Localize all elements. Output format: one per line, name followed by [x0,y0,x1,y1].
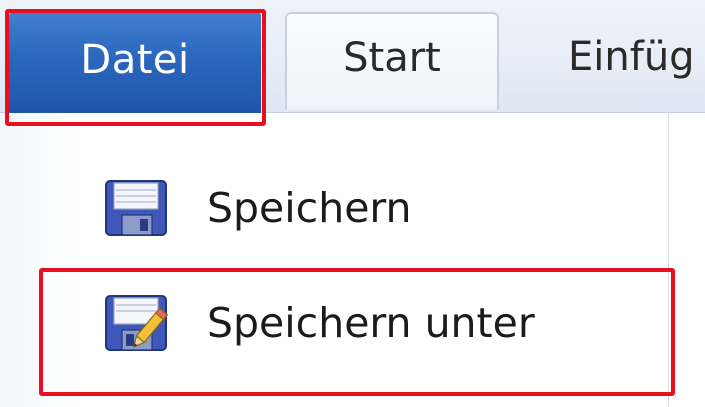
tab-file[interactable]: Datei [9,12,261,116]
floppy-disk-icon [105,180,167,236]
menu-item-save[interactable]: Speichern [0,153,668,263]
menu-item-save-as[interactable]: Speichern unter [0,268,668,378]
ribbon-tab-strip: Datei Start Einfüg [0,0,705,116]
tab-insert[interactable]: Einfüg [522,12,705,110]
file-menu: Speichern Speichern unter [0,113,669,407]
word-file-menu-screenshot: Datei Start Einfüg Speichern Speichern u… [0,0,705,407]
tab-start[interactable]: Start [285,12,499,110]
save-as-icon [105,295,168,351]
menu-item-save-as-label: Speichern unter [207,299,535,347]
menu-item-save-label: Speichern [207,184,412,232]
